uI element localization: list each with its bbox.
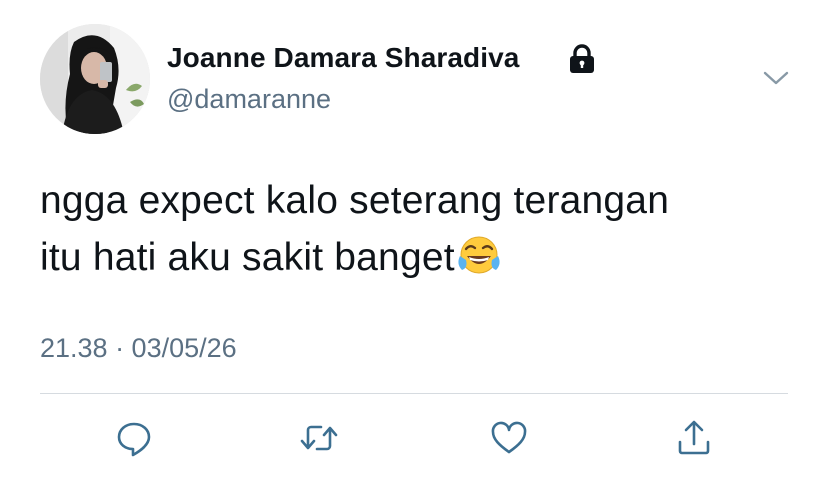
user-handle[interactable]: @damaranne <box>167 84 331 115</box>
reply-button[interactable] <box>114 418 154 458</box>
heart-icon <box>491 421 527 454</box>
share-button[interactable] <box>674 418 714 458</box>
retweet-icon <box>300 425 338 451</box>
reply-icon <box>117 422 151 457</box>
tweet-text: ngga expect kalo seterang terangan itu h… <box>40 172 800 286</box>
tweet-line: ngga expect kalo seterang terangan <box>40 179 670 222</box>
face-with-tears-of-joy-emoji <box>456 234 502 276</box>
chevron-down-icon[interactable] <box>760 66 792 90</box>
avatar[interactable] <box>40 24 150 134</box>
tweet-timestamp[interactable]: 21.38 · 03/05/26 <box>40 333 237 364</box>
tweet-line: itu hati aku sakit banget <box>40 236 455 279</box>
retweet-button[interactable] <box>299 418 339 458</box>
like-button[interactable] <box>489 418 529 458</box>
lock-icon <box>567 43 597 75</box>
divider <box>40 393 788 394</box>
tweet-line-with-emoji: itu hati aku sakit banget <box>40 229 800 286</box>
share-icon <box>678 420 710 455</box>
display-name[interactable]: Joanne Damara Sharadiva <box>167 42 519 74</box>
